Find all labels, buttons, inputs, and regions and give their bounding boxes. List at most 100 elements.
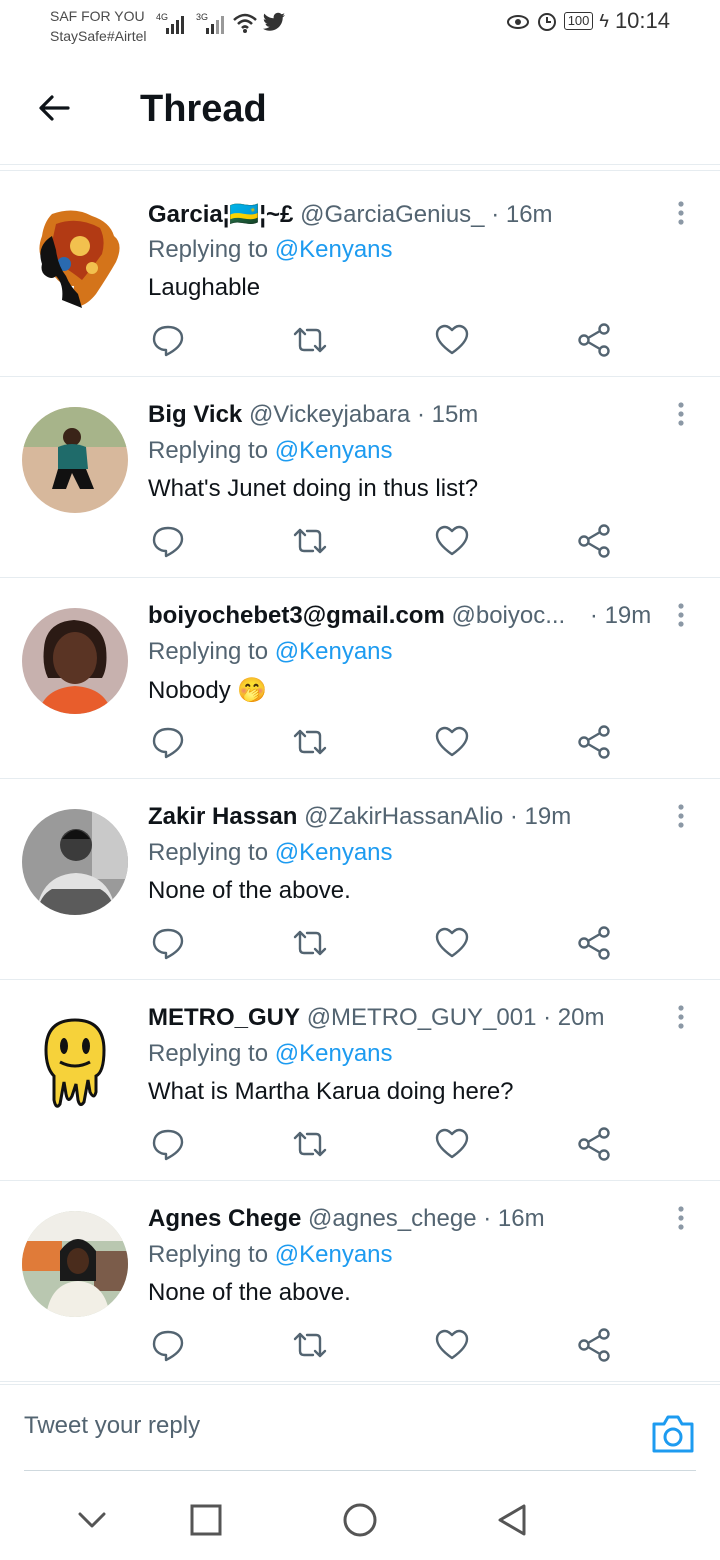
reply-icon[interactable]	[150, 925, 186, 961]
tweet-item[interactable]: Garcia¦🇷🇼¦~£ @GarciaGenius_ · 16m Replyi…	[0, 176, 720, 377]
like-heart-icon[interactable]	[434, 523, 470, 559]
chevron-down-icon[interactable]	[72, 1500, 112, 1540]
tweet-item[interactable]: Big Vick @Vickeyjabara · 15m Replying to…	[0, 377, 720, 578]
display-name[interactable]: Agnes Chege	[148, 1205, 301, 1232]
battery-indicator: 100	[563, 12, 594, 30]
replying-to: Replying to @Kenyans	[148, 1040, 393, 1068]
retweet-icon[interactable]	[292, 322, 328, 358]
user-handle[interactable]: @METRO_GUY_001	[307, 1004, 537, 1031]
like-heart-icon[interactable]	[434, 322, 470, 358]
replying-prefix: Replying to	[148, 437, 269, 464]
display-name[interactable]: boiyochebet3@gmail.com	[148, 602, 445, 629]
page-title: Thread	[140, 88, 267, 130]
carrier-line2: StaySafe#Airtel	[50, 28, 147, 44]
recent-apps-icon[interactable]	[186, 1500, 226, 1540]
user-handle[interactable]: @boiyoc...	[451, 602, 565, 629]
reply-icon[interactable]	[150, 523, 186, 559]
reply-icon[interactable]	[150, 322, 186, 358]
replying-to: Replying to @Kenyans	[148, 638, 393, 666]
display-name[interactable]: Big Vick	[148, 401, 242, 428]
tweet-time: · 20m	[543, 1004, 605, 1031]
replying-prefix: Replying to	[148, 839, 269, 866]
user-handle[interactable]: @GarciaGenius_	[300, 201, 484, 228]
retweet-icon[interactable]	[292, 523, 328, 559]
reply-input-underline	[24, 1470, 696, 1471]
more-options-icon[interactable]	[676, 200, 686, 226]
replying-prefix: Replying to	[148, 638, 269, 665]
avatar[interactable]	[22, 206, 128, 312]
more-options-icon[interactable]	[676, 803, 686, 829]
more-options-icon[interactable]	[676, 401, 686, 427]
tweet-time: · 15m	[416, 401, 479, 428]
share-icon[interactable]	[576, 322, 612, 358]
retweet-icon[interactable]	[292, 1126, 328, 1162]
replying-to: Replying to @Kenyans	[148, 236, 393, 264]
signal-icon	[166, 16, 184, 34]
mention-link[interactable]: @Kenyans	[275, 638, 393, 665]
replying-to: Replying to @Kenyans	[148, 437, 393, 465]
user-handle[interactable]: @ZakirHassanAlio	[304, 803, 503, 830]
share-icon[interactable]	[576, 925, 612, 961]
back-arrow-icon[interactable]	[36, 90, 72, 126]
tweet-item[interactable]: Agnes Chege @agnes_chege · 16m Replying …	[0, 1181, 720, 1382]
tweet-text: What's Junet doing in thus list?	[148, 475, 479, 502]
mention-link[interactable]: @Kenyans	[275, 1040, 393, 1067]
retweet-icon[interactable]	[292, 1327, 328, 1363]
twitter-bird-icon	[263, 12, 285, 31]
reply-icon[interactable]	[150, 1327, 186, 1363]
avatar[interactable]	[22, 1211, 128, 1317]
tweet-time: · 16m	[491, 201, 553, 228]
mention-link[interactable]: @Kenyans	[275, 1241, 393, 1268]
home-icon[interactable]	[340, 1500, 380, 1540]
mention-link[interactable]: @Kenyans	[275, 236, 393, 263]
reply-icon[interactable]	[150, 1126, 186, 1162]
avatar[interactable]	[22, 407, 128, 513]
user-handle[interactable]: @Vickeyjabara	[249, 401, 410, 428]
charging-icon: ϟ	[599, 10, 609, 31]
share-icon[interactable]	[576, 523, 612, 559]
like-heart-icon[interactable]	[434, 925, 470, 961]
share-icon[interactable]	[576, 1126, 612, 1162]
back-icon[interactable]	[492, 1500, 532, 1540]
display-name[interactable]: Zakir Hassan	[148, 803, 297, 830]
share-icon[interactable]	[576, 1327, 612, 1363]
like-heart-icon[interactable]	[434, 1126, 470, 1162]
reply-icon[interactable]	[150, 724, 186, 760]
wifi-icon	[233, 13, 257, 33]
like-heart-icon[interactable]	[434, 1327, 470, 1363]
mention-link[interactable]: @Kenyans	[275, 839, 393, 866]
tweet-item[interactable]: Zakir Hassan @ZakirHassanAlio · 19m Repl…	[0, 779, 720, 980]
display-name[interactable]: Garcia¦🇷🇼¦~£	[148, 201, 293, 228]
tweet-actions	[148, 523, 618, 563]
avatar[interactable]	[22, 809, 128, 915]
mention-link[interactable]: @Kenyans	[275, 437, 393, 464]
more-options-icon[interactable]	[676, 602, 686, 628]
tweet-reply-input[interactable]: Tweet your reply	[24, 1412, 200, 1440]
user-handle[interactable]: @agnes_chege	[308, 1205, 477, 1232]
tweet-item[interactable]: METRO_GUY @METRO_GUY_001 · 20m Replying …	[0, 980, 720, 1181]
avatar[interactable]	[22, 608, 128, 714]
share-icon[interactable]	[576, 724, 612, 760]
tweet-text: Nobody 🤭	[148, 677, 268, 704]
alarm-icon	[537, 13, 556, 31]
tweet-actions	[148, 1126, 618, 1166]
tweet-item[interactable]: boiyochebet3@gmail.com @boiyoc... · 19m …	[0, 578, 720, 779]
avatar[interactable]	[22, 1010, 128, 1116]
tweet-header: METRO_GUY @METRO_GUY_001 · 20m	[148, 1004, 668, 1032]
divider	[0, 170, 720, 171]
replying-prefix: Replying to	[148, 1040, 269, 1067]
system-nav-bar	[0, 1480, 720, 1560]
replying-prefix: Replying to	[148, 236, 269, 263]
tweet-header: Agnes Chege @agnes_chege · 16m	[148, 1205, 668, 1233]
tweet-actions	[148, 322, 618, 362]
camera-icon[interactable]	[650, 1412, 696, 1456]
retweet-icon[interactable]	[292, 724, 328, 760]
more-options-icon[interactable]	[676, 1205, 686, 1231]
retweet-icon[interactable]	[292, 925, 328, 961]
tweet-text: None of the above.	[148, 1279, 351, 1306]
status-bar: SAF FOR YOU StaySafe#Airtel 4G 3G 100 ϟ …	[0, 0, 720, 56]
like-heart-icon[interactable]	[434, 724, 470, 760]
more-options-icon[interactable]	[676, 1004, 686, 1030]
tweet-text: None of the above.	[148, 877, 351, 904]
display-name[interactable]: METRO_GUY	[148, 1004, 300, 1031]
